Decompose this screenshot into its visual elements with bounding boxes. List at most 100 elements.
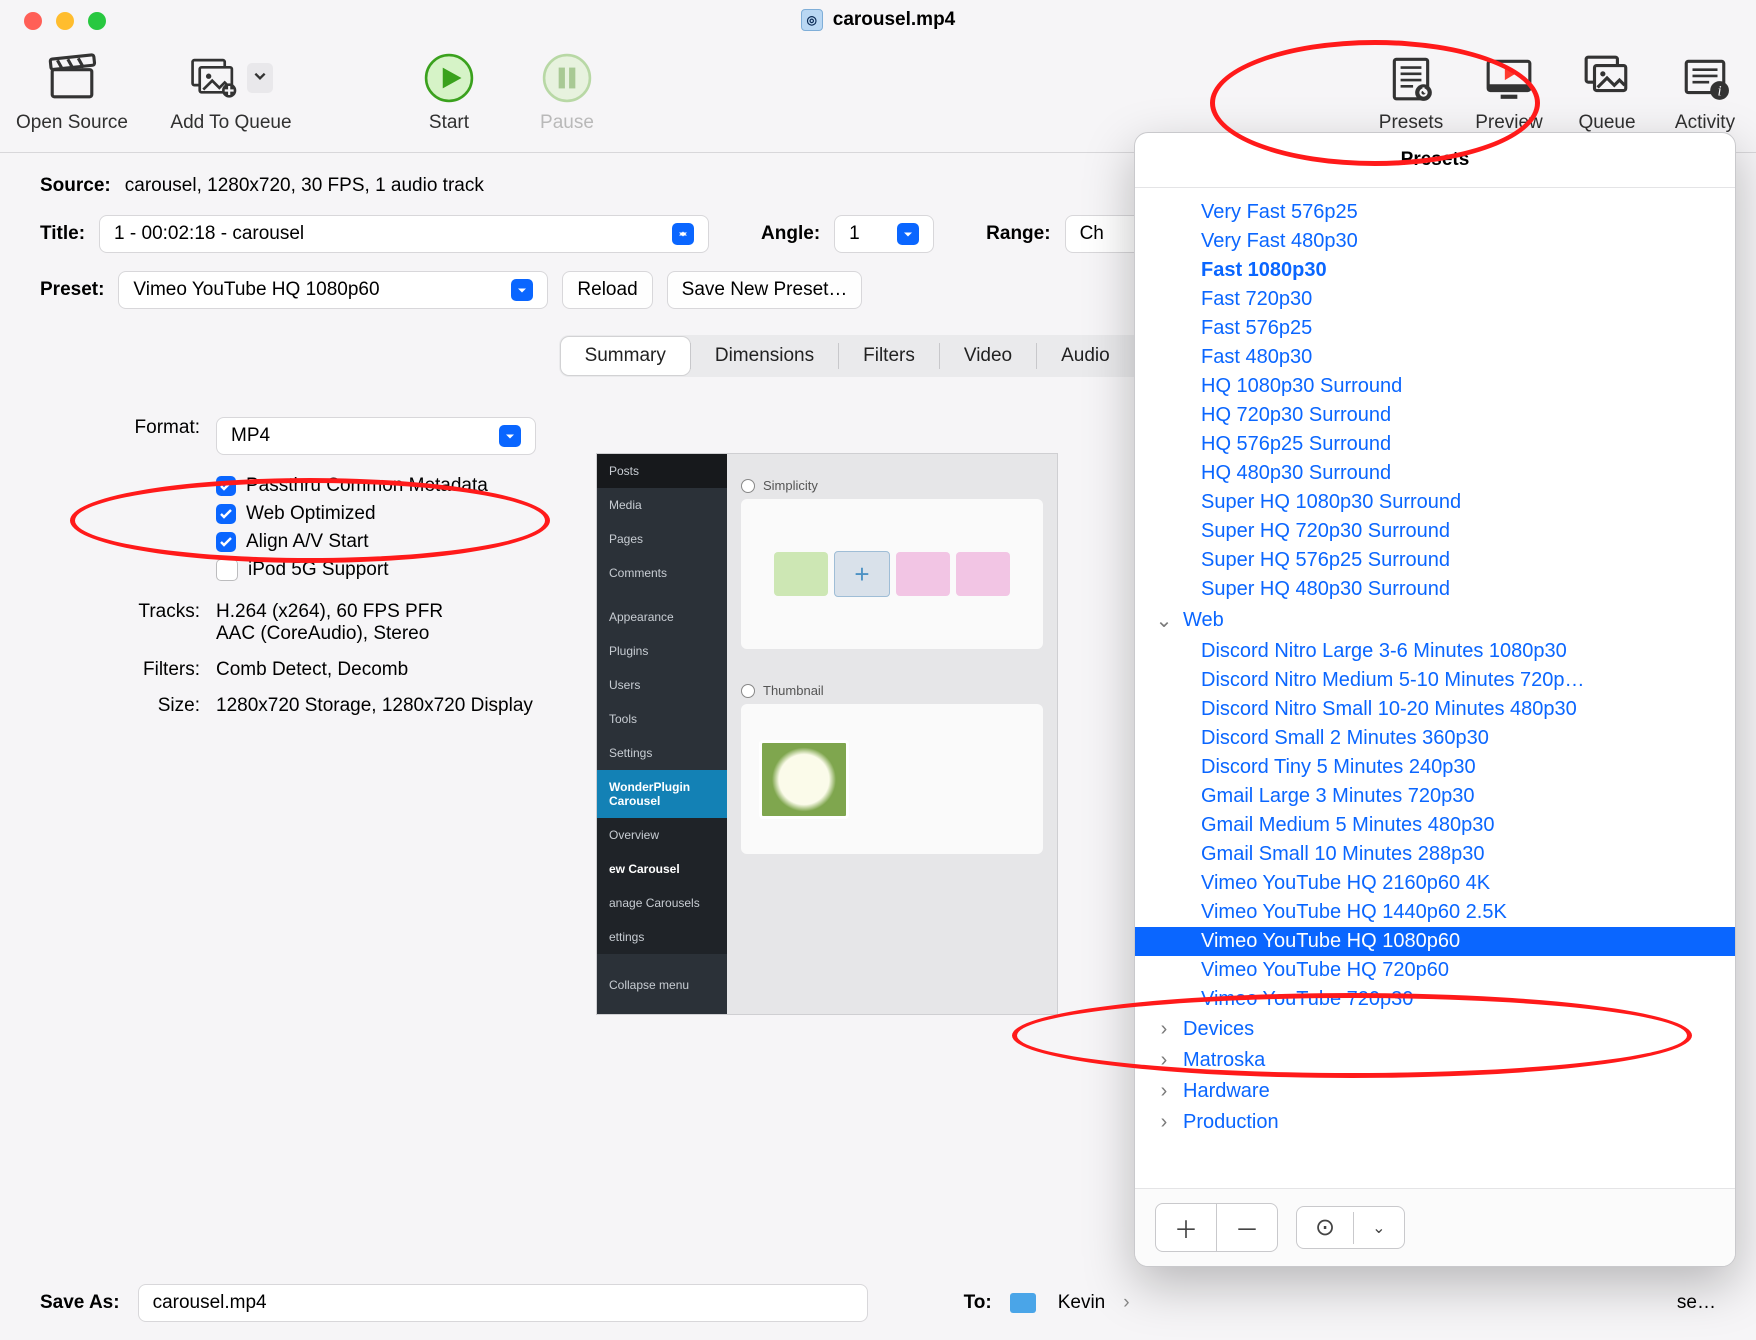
- presets-icon: [1386, 52, 1436, 104]
- save-as-label: Save As:: [40, 1292, 120, 1314]
- presets-header: Presets: [1135, 133, 1735, 188]
- window-title: ◎ carousel.mp4: [801, 9, 956, 31]
- queue-icon: [1582, 52, 1632, 104]
- preset-item[interactable]: Gmail Large 3 Minutes 720p30: [1135, 782, 1735, 811]
- preset-category[interactable]: ›Matroska: [1135, 1045, 1735, 1076]
- tab-video[interactable]: Video: [940, 337, 1036, 375]
- start-button[interactable]: Start: [404, 52, 494, 134]
- monitor-play-icon: [1484, 52, 1534, 104]
- preview-main: Simplicity + Thumbnail: [727, 454, 1057, 1014]
- preset-actions-chevron[interactable]: ⌄: [1353, 1212, 1403, 1244]
- angle-select[interactable]: 1: [834, 215, 934, 253]
- tab-audio[interactable]: Audio: [1037, 337, 1134, 375]
- preset-item[interactable]: Fast 1080p30: [1135, 256, 1735, 285]
- activity-toolbar-button[interactable]: i Activity: [1670, 52, 1740, 134]
- chevron-right-icon: ›: [1155, 1080, 1173, 1103]
- browse-button-truncated[interactable]: se…: [1677, 1292, 1716, 1314]
- preview-toolbar-button[interactable]: Preview: [1474, 52, 1544, 134]
- tab-filters[interactable]: Filters: [839, 337, 939, 375]
- preset-item[interactable]: HQ 1080p30 Surround: [1135, 372, 1735, 401]
- preset-item[interactable]: HQ 480p30 Surround: [1135, 459, 1735, 488]
- preset-item[interactable]: Discord Tiny 5 Minutes 240p30: [1135, 753, 1735, 782]
- close-window-button[interactable]: [24, 12, 42, 30]
- preset-item[interactable]: Very Fast 480p30: [1135, 227, 1735, 256]
- preset-item[interactable]: Discord Nitro Small 10-20 Minutes 480p30: [1135, 695, 1735, 724]
- preset-item[interactable]: Fast 576p25: [1135, 314, 1735, 343]
- preset-item[interactable]: Super HQ 480p30 Surround: [1135, 575, 1735, 604]
- filters-label: Filters:: [80, 659, 200, 681]
- clapperboard-icon: [47, 52, 97, 104]
- ipod-checkbox-row[interactable]: iPod 5G Support: [216, 559, 536, 581]
- chevron-right-icon: ›: [1155, 1018, 1173, 1041]
- to-folder[interactable]: Kevin: [1058, 1292, 1106, 1314]
- save-new-preset-button[interactable]: Save New Preset…: [667, 271, 863, 309]
- checkbox-checked-icon: [216, 476, 236, 496]
- pause-button: Pause: [522, 52, 612, 134]
- remove-preset-button[interactable]: －: [1216, 1204, 1277, 1251]
- zoom-window-button[interactable]: [88, 12, 106, 30]
- preset-item[interactable]: Fast 720p30: [1135, 285, 1735, 314]
- settings-tabs: Summary Dimensions Filters Video Audio S: [559, 335, 1198, 377]
- preset-item[interactable]: Super HQ 576p25 Surround: [1135, 546, 1735, 575]
- open-source-button[interactable]: Open Source: [16, 52, 128, 134]
- title-select[interactable]: 1 - 00:02:18 - carousel: [99, 215, 709, 253]
- minimize-window-button[interactable]: [56, 12, 74, 30]
- preset-item[interactable]: Fast 480p30: [1135, 343, 1735, 372]
- preset-item[interactable]: Super HQ 720p30 Surround: [1135, 517, 1735, 546]
- preset-item[interactable]: Vimeo YouTube HQ 720p60: [1135, 956, 1735, 985]
- source-label: Source:: [40, 175, 111, 197]
- preset-item[interactable]: Super HQ 1080p30 Surround: [1135, 488, 1735, 517]
- add-to-queue-button[interactable]: Add To Queue: [156, 52, 306, 134]
- preset-item[interactable]: Vimeo YouTube HQ 1080p60: [1135, 927, 1735, 956]
- web-optimized-checkbox-row[interactable]: Web Optimized: [216, 503, 536, 525]
- pictures-plus-icon: [189, 52, 239, 104]
- passthru-checkbox-row[interactable]: Passthru Common Metadata: [216, 475, 536, 497]
- preset-item[interactable]: Discord Nitro Large 3-6 Minutes 1080p30: [1135, 637, 1735, 666]
- preview-sidebar: Posts Media Pages Comments Appearance Pl…: [597, 454, 727, 1014]
- preset-category[interactable]: ›Hardware: [1135, 1076, 1735, 1107]
- preset-category[interactable]: ›Devices: [1135, 1014, 1735, 1045]
- dropdown-icon: [897, 223, 919, 245]
- preset-category-web[interactable]: ⌄ Web: [1135, 604, 1735, 637]
- video-preview-thumbnail: Posts Media Pages Comments Appearance Pl…: [596, 453, 1058, 1015]
- dropdown-icon: [511, 279, 533, 301]
- preset-item[interactable]: HQ 720p30 Surround: [1135, 401, 1735, 430]
- chevron-down-icon: ⌄: [1155, 608, 1173, 633]
- checkbox-checked-icon: [216, 532, 236, 552]
- preset-select[interactable]: Vimeo YouTube HQ 1080p60: [118, 271, 548, 309]
- preset-actions-button[interactable]: ⊙: [1297, 1207, 1353, 1248]
- preset-item[interactable]: Gmail Small 10 Minutes 288p30: [1135, 840, 1735, 869]
- source-value: carousel, 1280x720, 30 FPS, 1 audio trac…: [125, 175, 484, 197]
- format-select[interactable]: MP4: [216, 417, 536, 455]
- preset-item[interactable]: Discord Nitro Medium 5-10 Minutes 720p…: [1135, 666, 1735, 695]
- presets-toolbar-button[interactable]: Presets: [1376, 52, 1446, 134]
- tracks-line2: AAC (CoreAudio), Stereo: [216, 623, 536, 645]
- presets-footer: ＋ － ⊙ ⌄: [1135, 1188, 1735, 1266]
- checkbox-unchecked-icon: [216, 559, 238, 581]
- preset-item[interactable]: Vimeo YouTube HQ 2160p60 4K: [1135, 869, 1735, 898]
- preset-add-remove: ＋ －: [1155, 1203, 1278, 1252]
- pause-icon: [542, 52, 592, 104]
- tab-dimensions[interactable]: Dimensions: [691, 337, 838, 375]
- preset-item[interactable]: Very Fast 576p25: [1135, 198, 1735, 227]
- add-to-queue-chevron[interactable]: [247, 63, 273, 93]
- filters-value: Comb Detect, Decomb: [216, 659, 536, 681]
- preset-category[interactable]: ›Production: [1135, 1107, 1735, 1138]
- queue-toolbar-button[interactable]: Queue: [1572, 52, 1642, 134]
- save-as-input[interactable]: [138, 1284, 868, 1322]
- presets-list[interactable]: Very Fast 576p25Very Fast 480p30Fast 108…: [1135, 188, 1735, 1188]
- dropdown-icon: [499, 425, 521, 447]
- preset-item[interactable]: Vimeo YouTube HQ 1440p60 2.5K: [1135, 898, 1735, 927]
- preset-item[interactable]: HQ 576p25 Surround: [1135, 430, 1735, 459]
- preset-item[interactable]: Gmail Medium 5 Minutes 480p30: [1135, 811, 1735, 840]
- add-preset-button[interactable]: ＋: [1156, 1204, 1216, 1251]
- range-label: Range:: [986, 223, 1050, 245]
- preset-item[interactable]: Vimeo YouTube 720p30: [1135, 985, 1735, 1014]
- tab-summary[interactable]: Summary: [561, 337, 690, 375]
- reload-button[interactable]: Reload: [562, 271, 652, 309]
- align-av-checkbox-row[interactable]: Align A/V Start: [216, 531, 536, 553]
- to-label: To:: [964, 1292, 992, 1314]
- activity-icon: i: [1680, 52, 1730, 104]
- preset-item[interactable]: Discord Small 2 Minutes 360p30: [1135, 724, 1735, 753]
- preset-actions: ⊙ ⌄: [1296, 1206, 1405, 1249]
